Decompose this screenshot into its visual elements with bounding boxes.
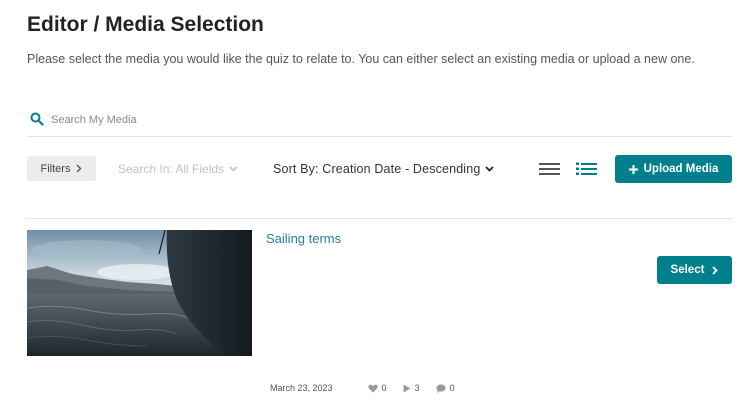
heart-icon [367,384,378,392]
select-label: Select [670,264,705,276]
plays-count: 3 [403,383,420,393]
plays-value: 3 [414,383,420,393]
comment-icon [435,383,446,393]
plus-icon [628,164,638,174]
likes-value: 0 [381,383,387,393]
sort-by-label: Sort By: Creation Date - Descending [273,162,481,176]
filters-label: Filters [40,162,71,175]
media-meta: March 23, 2023 0 3 0 [270,383,455,393]
page-title: Editor / Media Selection [27,13,264,36]
page-subtitle: Please select the media you would like t… [27,52,695,66]
search-bar [27,108,732,137]
comments-count: 0 [435,383,455,393]
chevron-down-icon [485,166,495,172]
filters-button[interactable]: Filters [27,156,96,181]
search-in-dropdown[interactable]: Search In: All Fields [118,162,238,176]
chevron-down-icon [229,166,238,172]
search-icon [30,112,44,126]
media-title-link[interactable]: Sailing terms [266,231,341,246]
detailed-view-icon[interactable] [576,162,597,176]
sort-by-dropdown[interactable]: Sort By: Creation Date - Descending [273,162,495,176]
likes-count: 0 [367,383,387,393]
select-button[interactable]: Select [657,256,732,284]
divider [27,218,732,219]
media-date: March 23, 2023 [270,383,333,393]
list-view-icon[interactable] [539,162,560,176]
media-thumbnail[interactable] [27,230,252,356]
chevron-right-icon [76,164,82,173]
upload-media-label: Upload Media [643,163,719,175]
play-icon [403,384,411,392]
search-in-label: Search In: All Fields [118,162,225,176]
chevron-right-icon [712,265,719,275]
comments-value: 0 [449,383,455,393]
search-input[interactable] [51,110,551,130]
upload-media-button[interactable]: Upload Media [615,155,732,183]
